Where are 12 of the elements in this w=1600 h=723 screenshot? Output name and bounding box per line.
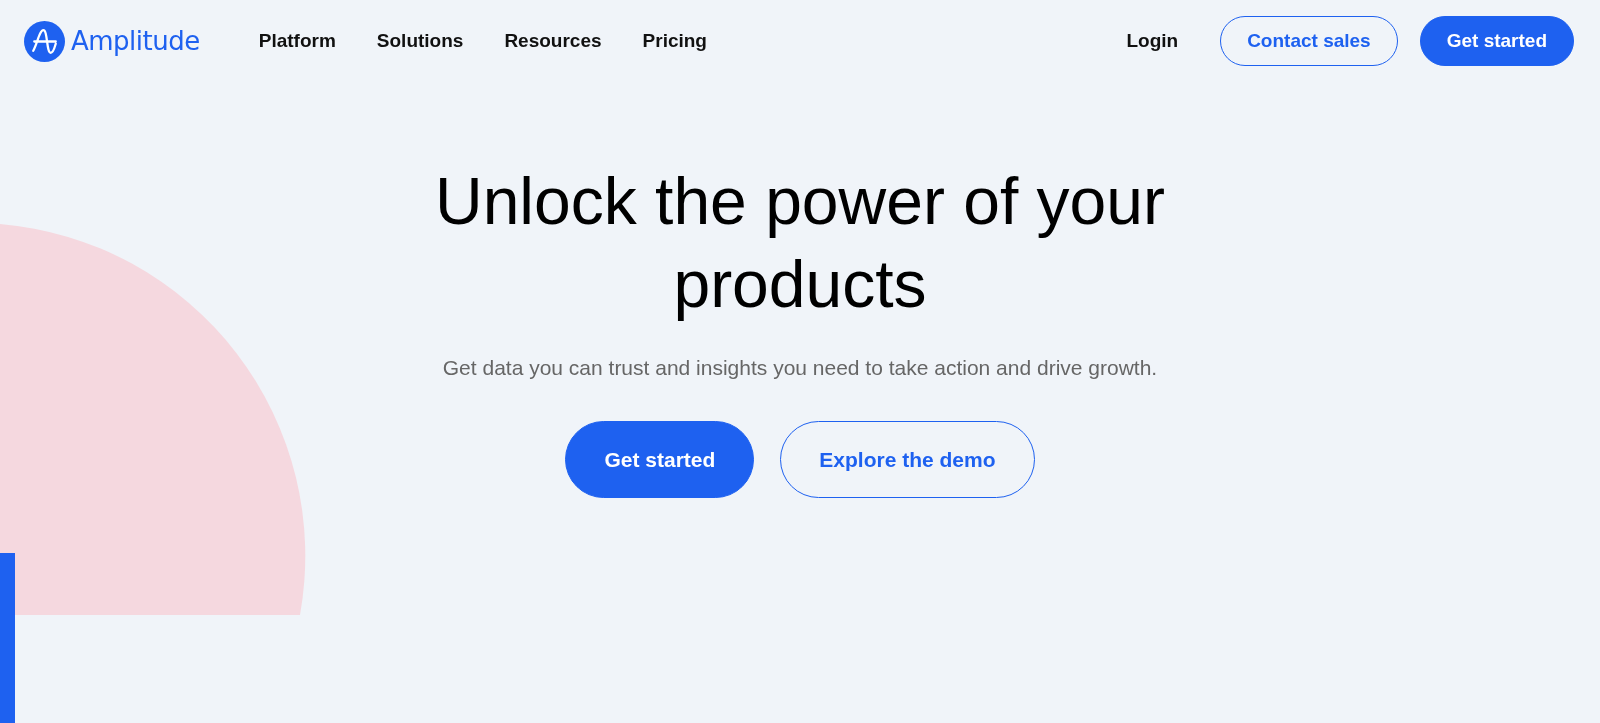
header-button[interactable]: Contact sales xyxy=(1220,16,1398,66)
hero-title: Unlock the power of your products xyxy=(434,163,1166,323)
nav-link[interactable]: Platform xyxy=(258,30,336,52)
nav-link[interactable]: Resources xyxy=(504,30,602,52)
nav-link[interactable]: Solutions xyxy=(376,30,464,52)
hero-subtitle: Get data you can trust and insights you need to take action and drive growth. xyxy=(442,356,1158,380)
logo-icon[interactable] xyxy=(24,20,65,62)
login-link[interactable]: Login xyxy=(1108,16,1197,66)
nav-link[interactable]: Pricing xyxy=(642,30,707,52)
logo-text[interactable]: Amplitude xyxy=(71,26,200,56)
cta-button[interactable]: Get started xyxy=(565,421,755,498)
header-button[interactable]: Get started xyxy=(1419,16,1574,66)
